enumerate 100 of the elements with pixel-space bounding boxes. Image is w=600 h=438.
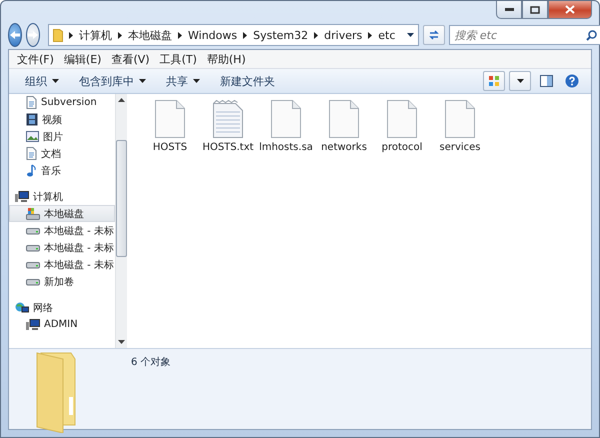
nav-item[interactable]: 新加卷 (9, 273, 115, 290)
file-item[interactable]: protocol (377, 100, 427, 153)
file-icon (445, 100, 475, 138)
breadcrumb[interactable]: Windows (188, 28, 238, 42)
view-menu-button[interactable] (509, 71, 531, 91)
file-icon (155, 100, 185, 138)
nav-item-label: 图片 (43, 130, 63, 144)
drive-icon (26, 208, 40, 220)
breadcrumb[interactable]: drivers (324, 28, 362, 42)
help-icon (565, 74, 579, 88)
menu-item[interactable]: 工具(T) (156, 52, 201, 66)
file-item[interactable]: lmhosts.sa (261, 100, 311, 153)
nav-group-label: 网络 (33, 302, 53, 315)
maximize-icon (530, 6, 540, 14)
menu-item[interactable]: 帮助(H) (202, 52, 250, 66)
refresh-button[interactable] (423, 25, 446, 45)
menu-item[interactable]: 文件(F) (13, 52, 58, 66)
file-icon (271, 100, 301, 138)
nav-item-label: 音乐 (41, 164, 61, 178)
file-item[interactable]: networks (319, 100, 369, 153)
nav-item[interactable]: 本地磁盘 - 未标 (9, 222, 115, 239)
file-name: HOSTS (152, 142, 188, 153)
chevron-icon (368, 32, 372, 38)
breadcrumb[interactable]: 计算机 (79, 28, 112, 42)
chevron-icon (69, 32, 73, 38)
search-field[interactable]: 搜索 etc (449, 25, 600, 45)
preview-pane-icon (540, 75, 552, 87)
nav-item[interactable]: 本地磁盘 - 未标 (9, 239, 115, 256)
refresh-icon (428, 29, 440, 41)
caret-icon (516, 79, 524, 83)
search-icon (586, 30, 598, 41)
toolbar-button[interactable]: 包含到库中 (71, 72, 154, 90)
caret-icon (52, 79, 59, 83)
nav-item[interactable]: ADMIN (9, 316, 115, 333)
menu-item[interactable]: 查看(V) (107, 52, 154, 66)
address-bar[interactable]: 计算机 本地磁盘 Windows System32 drivers etc (48, 24, 420, 46)
file-name: protocol (382, 142, 422, 153)
file-name: lmhosts.sa (259, 142, 313, 153)
nav-item-label: Subversion (41, 97, 97, 108)
document-icon (26, 147, 37, 160)
toolbar-button[interactable]: 组织 (17, 72, 67, 90)
film-icon (26, 113, 38, 126)
view-icon (488, 75, 500, 87)
maximize-button[interactable] (522, 1, 548, 19)
file-name: HOSTS.txt (202, 142, 254, 153)
nav-group[interactable]: 网络 (9, 300, 115, 316)
nav-item[interactable]: 本地磁盘 - 未标 (9, 256, 115, 273)
nav-item-label: 新加卷 (44, 276, 74, 288)
folder-icon (53, 28, 63, 42)
file-icon (387, 100, 417, 138)
caret-icon[interactable] (407, 33, 414, 37)
nav-group-label: 计算机 (33, 190, 63, 204)
breadcrumb[interactable]: etc (378, 28, 396, 42)
minimize-button[interactable] (496, 1, 522, 19)
file-item[interactable]: services (435, 100, 485, 153)
scroll-up-icon[interactable] (118, 98, 125, 102)
scroll-thumb[interactable] (116, 140, 127, 257)
caret-icon (139, 79, 146, 83)
nav-item-label: 本地磁盘 - 未标 (44, 242, 114, 254)
nav-item[interactable]: 图片 (9, 128, 115, 145)
nav-item-label: ADMIN (44, 319, 78, 330)
item-count: 6 个对象 (131, 356, 171, 369)
nav-group[interactable]: 计算机 (9, 189, 115, 205)
globe-computer-icon (15, 302, 29, 314)
file-item[interactable]: HOSTS (145, 100, 195, 153)
nav-item[interactable]: Subversion (9, 94, 115, 111)
file-item[interactable]: HOSTS.txt (203, 100, 253, 153)
drive-icon (26, 226, 40, 234)
forward-button[interactable] (26, 23, 40, 47)
right-arrow-icon (27, 30, 39, 40)
nav-item[interactable]: 本地磁盘 (9, 205, 115, 222)
menu-item[interactable]: 编辑(E) (60, 52, 106, 66)
drive-icon (26, 260, 40, 268)
toolbar-button[interactable]: 共享 (158, 72, 208, 90)
text-file-icon (213, 100, 243, 138)
close-icon (565, 5, 575, 14)
caret-icon (193, 79, 200, 83)
close-button[interactable] (548, 1, 592, 19)
view-button[interactable] (483, 71, 505, 91)
drive-icon (26, 244, 40, 252)
file-name: services (439, 142, 481, 153)
nav-item[interactable]: 音乐 (9, 162, 115, 179)
toolbar-button[interactable]: 新建文件夹 (212, 72, 283, 90)
chevron-icon (243, 32, 248, 38)
drive-icon (26, 278, 40, 286)
breadcrumb[interactable]: 本地磁盘 (128, 28, 172, 42)
scroll-down-icon[interactable] (118, 340, 125, 344)
chevron-icon (178, 32, 182, 38)
nav-item[interactable]: 视频 (9, 111, 115, 128)
file-name: networks (321, 142, 367, 153)
nav-item[interactable]: 文档 (9, 145, 115, 162)
nav-item-label: 本地磁盘 - 未标 (44, 224, 114, 238)
breadcrumb[interactable]: System32 (253, 28, 308, 42)
nav-item-label: 文档 (41, 148, 61, 160)
chevron-icon (314, 32, 318, 38)
left-arrow-icon (9, 30, 21, 40)
picture-icon (26, 131, 39, 142)
scrollbar[interactable] (115, 94, 127, 348)
back-button[interactable] (8, 23, 22, 47)
nav-item-label: 本地磁盘 - 未标 (44, 258, 114, 272)
